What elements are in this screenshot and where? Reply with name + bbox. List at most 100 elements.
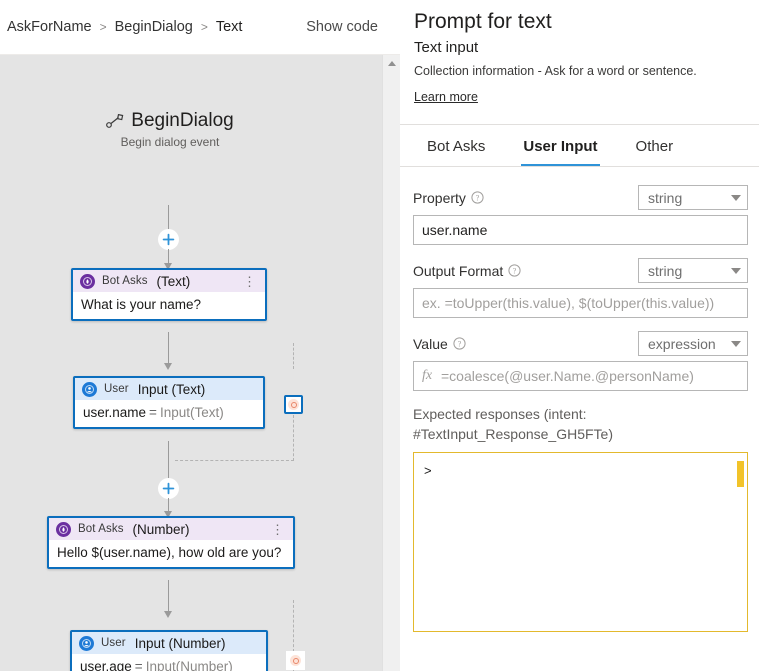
node-type-label: (Number) [133, 522, 190, 537]
panel-header: Prompt for text Text input Collection in… [400, 0, 759, 114]
property-label: Property ? [413, 190, 484, 206]
svg-text:?: ? [458, 340, 462, 349]
breadcrumb-bar: AskForName > BeginDialog > Text Show cod… [0, 0, 400, 55]
plus-icon [162, 233, 175, 246]
flow-title: BeginDialog [106, 110, 233, 132]
info-circle-icon[interactable]: ? [453, 337, 466, 350]
connector-arrow-icon [164, 363, 172, 370]
node-body-text: Hello $(user.name), how old are you? [49, 540, 293, 567]
property-type-value: string [648, 190, 727, 206]
node-body-text: What is your name? [73, 292, 265, 319]
property-type-select[interactable]: string [638, 185, 748, 210]
more-vertical-icon[interactable]: ⋮ [241, 277, 258, 286]
dialog-canvas-pane: AskForName > BeginDialog > Text Show cod… [0, 0, 400, 671]
flow-subtitle: Begin dialog event [0, 135, 340, 149]
node-body-text: user.name=Input(Text) [75, 400, 263, 427]
node-header: Bot Asks (Text) ⋮ [73, 270, 265, 292]
show-code-button[interactable]: Show code [306, 19, 386, 35]
node-type-label: Input (Text) [138, 382, 206, 397]
branch-end-icon [288, 399, 299, 410]
value-type-select[interactable]: expression [638, 331, 748, 356]
node-header: User Input (Text) [75, 378, 263, 400]
panel-tabs: Bot Asks User Input Other [400, 125, 759, 167]
plus-icon [162, 482, 175, 495]
node-type-label: (Text) [157, 274, 191, 289]
tab-bot-asks[interactable]: Bot Asks [425, 134, 487, 166]
panel-title: Prompt for text [414, 8, 745, 36]
scroll-up-arrow-icon[interactable] [383, 55, 400, 72]
breadcrumb-separator-icon: > [201, 20, 208, 34]
expected-responses-label: Expected responses (intent: #TextInput_R… [413, 404, 748, 444]
composer-window: AskForName > BeginDialog > Text Show cod… [0, 0, 759, 671]
connector-line [168, 205, 169, 233]
bot-icon [56, 522, 71, 537]
value-type-value: expression [648, 336, 727, 352]
connector-line [168, 441, 169, 481]
node-equals-symbol: = [135, 659, 143, 671]
property-input-wrap [413, 215, 748, 245]
bot-icon [80, 274, 95, 289]
branch-end-node-2[interactable] [286, 651, 305, 670]
expected-responses-editor[interactable]: > [413, 452, 748, 632]
node-type-label: Input (Number) [135, 636, 226, 651]
node-equals-symbol: = [149, 405, 157, 420]
panel-subtitle: Text input [414, 37, 745, 58]
breadcrumb: AskForName > BeginDialog > Text [6, 19, 306, 35]
branch-dashed-line [293, 415, 294, 461]
branch-end-node-1[interactable] [284, 395, 303, 414]
breadcrumb-separator-icon: > [100, 20, 107, 34]
value-field-row: Value ? expression [413, 331, 748, 356]
person-icon [82, 382, 97, 397]
node-user-input-text[interactable]: User Input (Text) user.name=Input(Text) [73, 376, 265, 429]
value-input-wrap: fx [413, 361, 748, 391]
flow-title-text: BeginDialog [131, 110, 233, 132]
node-body-text: user.age=Input(Number) [72, 654, 266, 671]
node-property-label: user.age [80, 659, 132, 671]
breadcrumb-item-2[interactable]: Text [215, 19, 244, 35]
chevron-down-icon [731, 341, 741, 347]
editor-scroll-indicator[interactable] [737, 461, 744, 487]
tab-other[interactable]: Other [634, 134, 676, 166]
breadcrumb-item-0[interactable]: AskForName [6, 19, 93, 35]
connector-line [168, 332, 169, 366]
dialog-flow: BeginDialog Begin dialog event [0, 55, 383, 671]
chevron-down-icon [731, 195, 741, 201]
flow-header: BeginDialog Begin dialog event [0, 110, 340, 149]
value-label: Value ? [413, 336, 466, 352]
node-bot-asks-number[interactable]: Bot Asks (Number) ⋮ Hello $(user.name), … [47, 516, 295, 569]
property-field-row: Property ? string [413, 185, 748, 210]
property-input[interactable] [413, 215, 748, 245]
output-format-type-select[interactable]: string [638, 258, 748, 283]
tab-user-input[interactable]: User Input [521, 134, 599, 166]
add-node-button-1[interactable] [159, 230, 178, 249]
node-expression-label: Input(Text) [160, 405, 224, 420]
node-kind-label: Bot Asks [78, 522, 124, 537]
dialog-flow-icon [106, 114, 124, 128]
svg-text:?: ? [513, 267, 517, 276]
dialog-canvas[interactable]: BeginDialog Begin dialog event [0, 55, 400, 671]
info-circle-icon[interactable]: ? [471, 191, 484, 204]
panel-description: Collection information - Ask for a word … [414, 63, 745, 80]
more-vertical-icon[interactable]: ⋮ [269, 525, 286, 534]
node-kind-label: User [104, 382, 129, 397]
breadcrumb-item-1[interactable]: BeginDialog [114, 19, 194, 35]
node-header: Bot Asks (Number) ⋮ [49, 518, 293, 540]
connector-line [168, 580, 169, 614]
user-input-form: Property ? string [400, 167, 759, 632]
output-format-input-wrap [413, 288, 748, 318]
add-node-button-2[interactable] [159, 479, 178, 498]
canvas-scrollbar[interactable] [382, 55, 400, 671]
editor-line: > [424, 462, 737, 479]
output-format-label: Output Format ? [413, 263, 521, 279]
value-input[interactable] [413, 361, 748, 391]
node-expression-label: Input(Number) [146, 659, 233, 671]
node-property-label: user.name [83, 405, 146, 420]
node-bot-asks-text[interactable]: Bot Asks (Text) ⋮ What is your name? [71, 268, 267, 321]
learn-more-link[interactable]: Learn more [414, 90, 478, 104]
node-user-input-number[interactable]: User Input (Number) user.age=Input(Numbe… [70, 630, 268, 671]
connector-arrow-icon [164, 611, 172, 618]
node-kind-label: User [101, 636, 126, 651]
info-circle-icon[interactable]: ? [508, 264, 521, 277]
svg-text:?: ? [476, 194, 480, 203]
output-format-input[interactable] [413, 288, 748, 318]
